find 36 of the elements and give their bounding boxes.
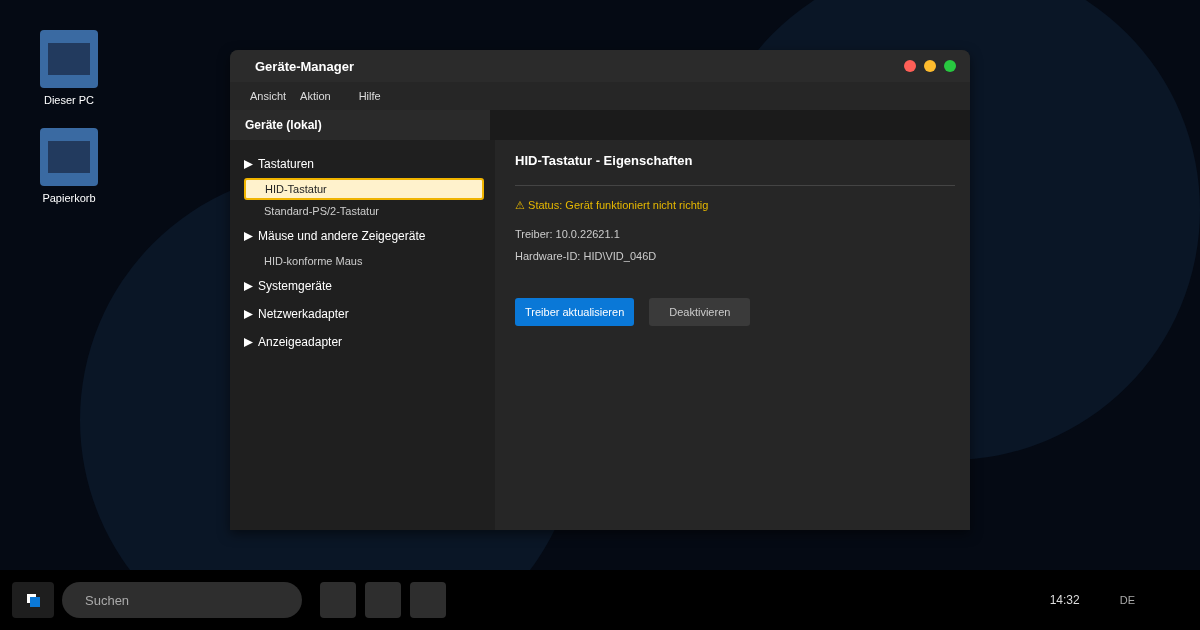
window-control-button[interactable] bbox=[924, 60, 936, 72]
computer-icon[interactable] bbox=[40, 128, 98, 186]
triangle-icon bbox=[244, 159, 253, 169]
details-title: HID-Tastatur - Eigenschaften bbox=[515, 153, 694, 168]
tree-item[interactable]: HID-Tastatur bbox=[244, 178, 484, 200]
start-button[interactable] bbox=[12, 582, 54, 618]
triangle-icon bbox=[244, 231, 253, 241]
triangle-icon bbox=[244, 337, 253, 347]
computer-icon[interactable] bbox=[40, 30, 98, 88]
disable-button[interactable]: Deaktivieren bbox=[649, 298, 751, 326]
icon-label[interactable]: Papierkorb bbox=[42, 192, 96, 204]
triangle-icon bbox=[244, 309, 253, 319]
update-driver-button[interactable]: Treiber aktualisieren bbox=[515, 298, 635, 326]
menu-item[interactable]: Hilfe bbox=[358, 90, 381, 102]
tree-category[interactable]: Anzeigeadapter bbox=[244, 328, 480, 356]
tree-category[interactable]: Tastaturen bbox=[244, 150, 480, 178]
search-field[interactable]: Suchen bbox=[62, 582, 302, 618]
start-icon bbox=[26, 593, 40, 607]
language-indicator[interactable]: DE bbox=[1119, 594, 1135, 606]
window-control-button[interactable] bbox=[904, 60, 916, 72]
icon-label[interactable]: Dieser PC bbox=[43, 94, 95, 106]
clock-text: 14:32 bbox=[1049, 593, 1080, 607]
tree-category[interactable]: Systemgeräte bbox=[244, 272, 480, 300]
triangle-icon bbox=[244, 281, 253, 291]
panel-header: Geräte (lokal) bbox=[230, 110, 490, 140]
tree-item[interactable]: HID-konforme Maus bbox=[244, 250, 484, 272]
tree-item[interactable]: Standard-PS/2-Tastatur bbox=[244, 200, 484, 222]
window-control-button[interactable] bbox=[944, 60, 956, 72]
menu-item[interactable]: Ansicht bbox=[250, 90, 287, 102]
tree-category[interactable]: Netzwerkadapter bbox=[244, 300, 480, 328]
property-text: Treiber: 10.0.22621.1 bbox=[515, 228, 621, 240]
menu-item[interactable]: Aktion bbox=[300, 90, 331, 102]
window-title: Geräte-Manager bbox=[255, 58, 355, 74]
tree-category[interactable]: Mäuse und andere Zeigegeräte bbox=[244, 222, 480, 250]
status-message: ⚠ Status: Gerät funktioniert nicht richtig bbox=[515, 199, 710, 212]
property-text: Hardware-ID: HID\VID_046D bbox=[515, 250, 658, 262]
